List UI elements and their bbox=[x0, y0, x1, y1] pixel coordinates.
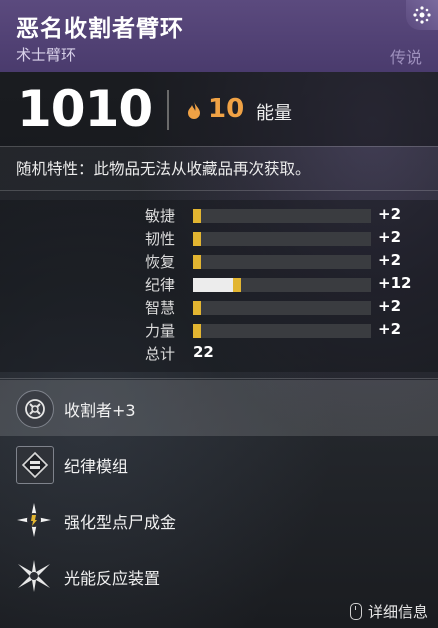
item-name: 恶名收割者臂环 bbox=[16, 16, 184, 42]
divider bbox=[0, 378, 438, 379]
stat-row: 力量 +2 bbox=[0, 320, 438, 340]
perk-list: 收割者+3 纪律模组 强化型点尸成金 光能反应装置 详细信息 bbox=[0, 380, 438, 628]
stat-label: 韧性 bbox=[145, 230, 176, 248]
stat-row: 纪律 +12 bbox=[0, 274, 438, 294]
power-divider bbox=[167, 90, 169, 130]
divider bbox=[0, 146, 438, 147]
power-row: 1010 10 能量 bbox=[0, 72, 438, 146]
corner-badge[interactable] bbox=[406, 0, 438, 30]
divider bbox=[0, 190, 438, 191]
energy-flame-icon bbox=[188, 101, 200, 119]
stat-label: 纪律 bbox=[145, 276, 176, 294]
stat-row: 韧性 +2 bbox=[0, 228, 438, 248]
power-level: 1010 bbox=[17, 80, 153, 138]
stat-total-label: 总计 bbox=[145, 345, 176, 363]
discipline-mod-icon bbox=[16, 446, 54, 484]
stat-label: 敏捷 bbox=[145, 207, 176, 225]
perk-label: 光能反应装置 bbox=[64, 569, 161, 588]
details-button[interactable]: 详细信息 bbox=[349, 600, 428, 622]
reaper-icon bbox=[16, 390, 54, 428]
stat-value: +2 bbox=[378, 228, 402, 246]
charged-with-light-icon bbox=[16, 502, 52, 538]
stat-bar bbox=[193, 278, 371, 292]
stat-bar bbox=[193, 232, 371, 246]
item-type: 术士臂环 bbox=[16, 46, 77, 64]
energy-value: 10 bbox=[208, 94, 245, 124]
stat-label: 智慧 bbox=[145, 299, 176, 317]
stat-label: 力量 bbox=[145, 322, 176, 340]
energy-label: 能量 bbox=[256, 103, 292, 124]
spark-icon bbox=[16, 558, 52, 594]
dots-ring-icon bbox=[413, 6, 431, 24]
mouse-icon bbox=[349, 602, 362, 620]
random-perk-note: 随机特性：此物品无法从收藏品再次获取。 bbox=[16, 160, 311, 178]
stat-value: +2 bbox=[378, 205, 402, 223]
item-rarity: 传说 bbox=[389, 48, 422, 67]
stat-value: +12 bbox=[378, 274, 412, 292]
stat-value: +2 bbox=[378, 297, 402, 315]
stat-row: 智慧 +2 bbox=[0, 297, 438, 317]
stat-bar bbox=[193, 209, 371, 223]
stat-total-row: 总计 22 bbox=[0, 343, 438, 363]
stat-value: +2 bbox=[378, 320, 402, 338]
stat-bar bbox=[193, 324, 371, 338]
stat-bar bbox=[193, 255, 371, 269]
stat-label: 恢复 bbox=[145, 253, 176, 271]
perk-discipline-mod[interactable]: 纪律模组 bbox=[0, 436, 438, 492]
stats-panel: 敏捷 +2 韧性 +2 恢复 +2 纪律 +12 智慧 +2 力量 +2 总计 … bbox=[0, 200, 438, 372]
perk-reaper[interactable]: 收割者+3 bbox=[0, 380, 438, 436]
perk-light-reactor[interactable]: 光能反应装置 bbox=[0, 548, 438, 604]
stat-total-value: 22 bbox=[193, 343, 214, 361]
item-header: 恶名收割者臂环 术士臂环 传说 bbox=[0, 0, 438, 72]
perk-label: 收割者+3 bbox=[64, 401, 136, 420]
perk-label: 强化型点尸成金 bbox=[64, 513, 177, 532]
stat-bar bbox=[193, 301, 371, 315]
stat-row: 恢复 +2 bbox=[0, 251, 438, 271]
perk-charged-with-light[interactable]: 强化型点尸成金 bbox=[0, 492, 438, 548]
perk-label: 纪律模组 bbox=[64, 457, 129, 476]
stat-value: +2 bbox=[378, 251, 402, 269]
stat-row: 敏捷 +2 bbox=[0, 205, 438, 225]
details-label: 详细信息 bbox=[367, 602, 428, 621]
